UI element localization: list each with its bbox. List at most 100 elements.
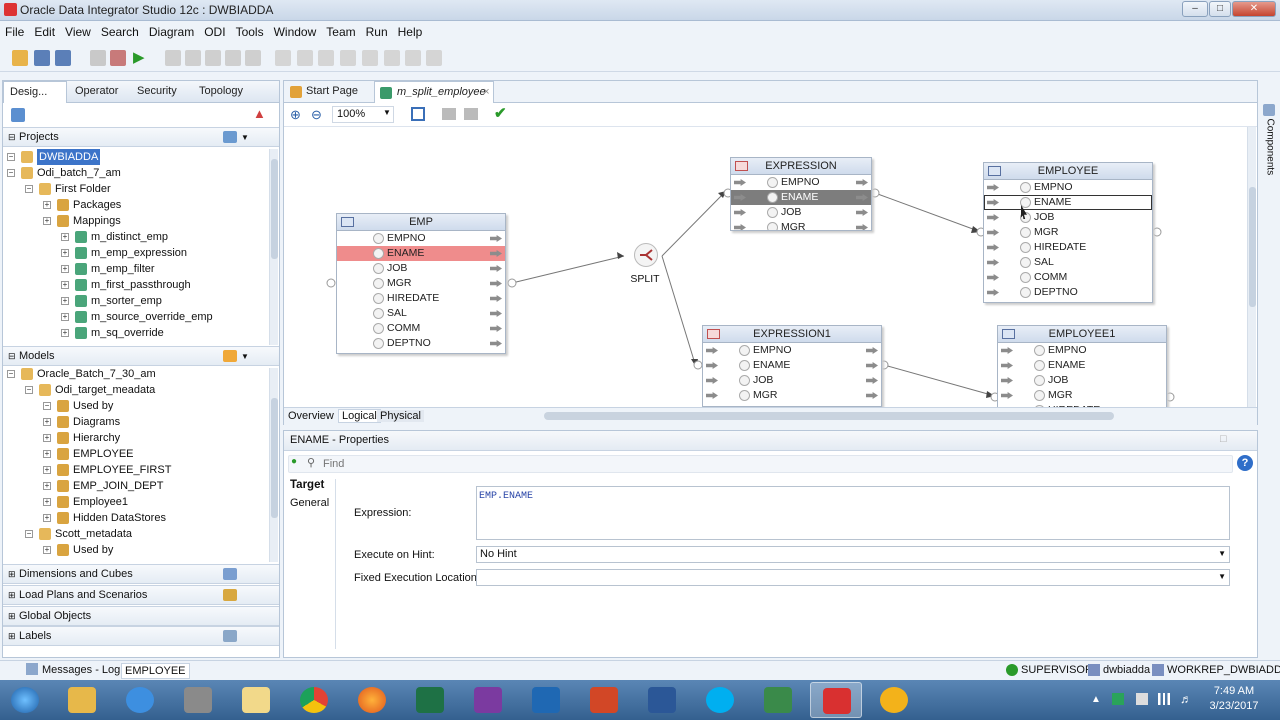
expand-toggle-icon[interactable]: + xyxy=(61,313,69,321)
taskbar-app[interactable] xyxy=(868,682,920,718)
mapping-canvas[interactable]: EMP EMPNO ENAME JOB MGR HIREDATE SAL COMM DEPTN… xyxy=(284,127,1247,407)
taskbar-powerpoint[interactable] xyxy=(578,682,630,718)
tree-item[interactable]: + m_distinct_emp xyxy=(3,229,269,245)
attribute-row[interactable]: SAL xyxy=(337,306,505,321)
tab-employee[interactable]: EMPLOYEE xyxy=(121,663,190,679)
attribute-row[interactable]: SAL xyxy=(984,255,1152,270)
attribute-row[interactable]: MGR xyxy=(998,388,1166,403)
taskbar-chrome[interactable] xyxy=(288,682,340,718)
attribute-row[interactable]: DEPTNO xyxy=(337,336,505,351)
accordion-dimensions[interactable]: ⊞ Dimensions and Cubes xyxy=(3,564,279,584)
breakpoint-disable-icon[interactable] xyxy=(340,50,356,66)
session-icon[interactable] xyxy=(426,50,442,66)
attribute-row[interactable]: EMPNO xyxy=(337,231,505,246)
expand-toggle-icon[interactable]: + xyxy=(43,434,51,442)
split-icon[interactable] xyxy=(634,243,658,267)
components-panel-tab[interactable]: Components xyxy=(1261,100,1279,190)
menu-window[interactable]: Window xyxy=(269,22,322,39)
tree-item[interactable]: + m_emp_filter xyxy=(3,261,269,277)
node-expression1[interactable]: EXPRESSION1 EMPNO ENAME JOB MGR xyxy=(702,325,882,407)
load-plans-icon[interactable] xyxy=(223,589,237,601)
tray-app-icon[interactable] xyxy=(1112,693,1124,705)
tree-item[interactable]: − DWBIADDA xyxy=(3,149,269,165)
close-tab-icon[interactable]: × xyxy=(483,82,489,103)
taskbar-printer[interactable] xyxy=(172,682,224,718)
expand-toggle-icon[interactable]: + xyxy=(61,233,69,241)
attribute-row[interactable]: JOB xyxy=(998,373,1166,388)
expand-toggle-icon[interactable]: − xyxy=(7,153,15,161)
taskbar-skype[interactable] xyxy=(694,682,746,718)
help-icon[interactable]: ? xyxy=(1237,455,1253,471)
tab-messages-log[interactable]: Messages - Log xyxy=(42,664,120,676)
expression-editor[interactable]: EMP.ENAME xyxy=(476,486,1230,540)
network-icon[interactable] xyxy=(1158,693,1170,705)
projects-header[interactable]: ⊟ Projects ▼ xyxy=(3,127,279,147)
attribute-row[interactable]: HIREDATE xyxy=(337,291,505,306)
navigator-menu-icon[interactable]: ▲ xyxy=(253,107,269,122)
tree-item[interactable]: − Odi_batch_7_am xyxy=(3,165,269,181)
node-emp[interactable]: EMP EMPNO ENAME JOB MGR HIREDATE SAL COMM DEPTN… xyxy=(336,213,506,354)
tab-operator[interactable]: Operator xyxy=(69,81,124,103)
tree-item[interactable]: − Used by xyxy=(3,398,269,414)
taskbar-firefox[interactable] xyxy=(346,682,398,718)
tree-item[interactable]: − Odi_target_meadata xyxy=(3,382,269,398)
zoom-out-icon[interactable]: ⊖ xyxy=(311,107,322,123)
expand-toggle-icon[interactable]: + xyxy=(61,281,69,289)
expand-toggle-icon[interactable]: − xyxy=(7,370,15,378)
tree-item[interactable]: + EMP_JOIN_DEPT xyxy=(3,478,269,494)
canvas-horizontal-scrollbar[interactable] xyxy=(544,412,1114,420)
attribute-row[interactable]: EMPNO xyxy=(703,343,881,358)
connect-navigator-icon[interactable] xyxy=(11,108,25,122)
menu-odi[interactable]: ODI xyxy=(199,22,230,39)
taskbar-ie[interactable] xyxy=(114,682,166,718)
taskbar-project[interactable] xyxy=(752,682,804,718)
menu-run[interactable]: Run xyxy=(361,22,393,39)
expand-toggle-icon[interactable]: + xyxy=(43,466,51,474)
maximize-button[interactable]: □ xyxy=(1209,1,1231,17)
watch-icon[interactable] xyxy=(384,50,400,66)
fixed-execution-location-select[interactable]: ▼ xyxy=(476,569,1230,586)
action-center-icon[interactable] xyxy=(1136,693,1148,705)
tree-item[interactable]: + Packages xyxy=(3,197,269,213)
taskbar-notes[interactable] xyxy=(230,682,282,718)
expand-toggle-icon[interactable]: − xyxy=(43,402,51,410)
tree-item[interactable]: + Mappings xyxy=(3,213,269,229)
menu-search[interactable]: Search xyxy=(96,22,144,39)
tree-item[interactable]: + Hidden DataStores xyxy=(3,510,269,526)
expand-toggle-icon[interactable]: − xyxy=(25,386,33,394)
accordion-load-plans[interactable]: ⊞ Load Plans and Scenarios xyxy=(3,585,279,605)
tab-start-page[interactable]: Start Page xyxy=(286,81,364,103)
menu-help[interactable]: Help xyxy=(393,22,428,39)
breakpoint-remove-icon[interactable] xyxy=(318,50,334,66)
attribute-row[interactable]: DEPTNO xyxy=(984,285,1152,300)
attribute-row[interactable]: JOB xyxy=(731,205,871,220)
tree-item[interactable]: − First Folder xyxy=(3,181,269,197)
expand-toggle-icon[interactable]: + xyxy=(61,329,69,337)
resume-icon[interactable] xyxy=(245,50,261,66)
dimensions-icon[interactable] xyxy=(223,568,237,580)
tree-item[interactable]: + m_sq_override xyxy=(3,325,269,341)
taskbar-onenote[interactable] xyxy=(462,682,514,718)
tab-overview[interactable]: Overview xyxy=(288,410,334,422)
stop-icon[interactable] xyxy=(165,50,181,66)
step-over-icon[interactable] xyxy=(205,50,221,66)
attribute-row[interactable]: ENAME xyxy=(337,246,505,261)
tab-physical[interactable]: Physical xyxy=(377,410,424,422)
attribute-row[interactable]: ENAME xyxy=(984,195,1152,210)
save-icon[interactable] xyxy=(34,50,50,66)
zoom-in-icon[interactable]: ⊕ xyxy=(290,107,301,123)
auto-layout-icon[interactable] xyxy=(464,108,478,120)
attribute-row[interactable]: EMPNO xyxy=(998,343,1166,358)
node-expression[interactable]: EXPRESSION EMPNO ENAME JOB MGR xyxy=(730,157,872,231)
tree-item[interactable]: + m_sorter_emp xyxy=(3,293,269,309)
taskbar-explorer[interactable] xyxy=(56,682,108,718)
execute-on-hint-select[interactable]: No Hint ▼ xyxy=(476,546,1230,563)
run-icon[interactable]: ▶ xyxy=(133,50,149,66)
debug-icon[interactable] xyxy=(110,50,126,66)
tab-m-split-employee[interactable]: m_split_employee × xyxy=(374,81,494,103)
attribute-row[interactable]: MGR xyxy=(703,388,881,403)
cut-icon[interactable] xyxy=(90,50,106,66)
new-icon[interactable] xyxy=(12,50,28,66)
tray-expand-icon[interactable]: ▲ xyxy=(1091,694,1101,705)
projects-scrollbar[interactable] xyxy=(269,149,278,345)
